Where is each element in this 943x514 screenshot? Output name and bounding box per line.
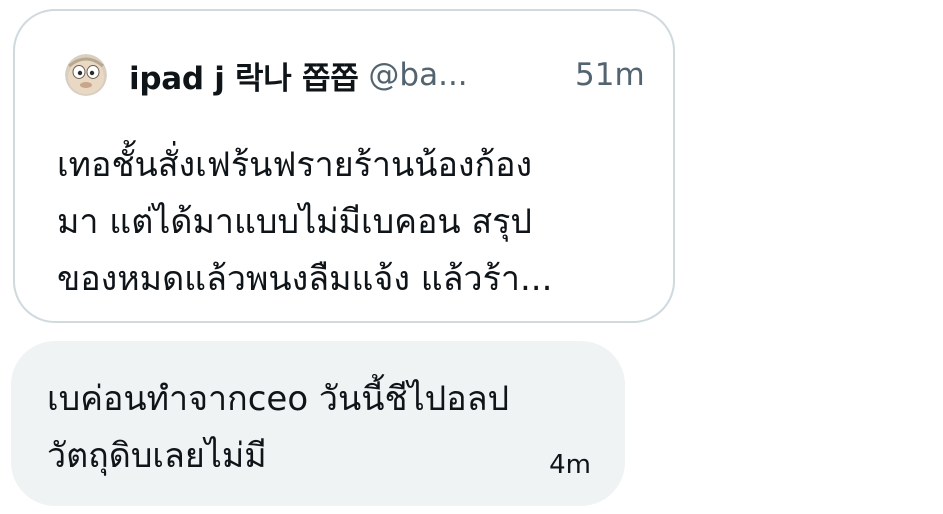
quoted-author-handle[interactable]: @ba... xyxy=(368,57,467,93)
avatar-cartoon-face-icon[interactable] xyxy=(65,54,107,96)
message-bubble[interactable]: เบค่อนทำจากceo วันนี้ชีไปอลป วัตถุดิบเลย… xyxy=(11,341,625,506)
message-timestamp: 4m xyxy=(549,450,591,480)
message-text: เบค่อนทำจากceo วันนี้ชีไปอลป วัตถุดิบเลย… xyxy=(47,371,509,485)
quoted-author-name[interactable]: ipad j 락나 쫍쫍 xyxy=(129,53,359,98)
dm-conversation: ipad j 락나 쫍쫍 @ba... 51m เทอชั้นสั่งเฟร้น… xyxy=(0,0,943,514)
message-text-line: วัตถุดิบเลยไม่มี xyxy=(47,436,267,476)
quoted-tweet-header: ipad j 락나 쫍쫍 @ba... xyxy=(65,53,468,98)
quoted-tweet-text: เทอชั้นสั่งเฟร้นฟรายร้านน้องก้อง มา แต่ไ… xyxy=(57,137,647,308)
quoted-tweet-text-line: ของหมดแล้วพนงลืมแจ้ง แล้วร้า... xyxy=(57,259,553,299)
message-text-line: เบค่อนทำจากceo วันนี้ชีไปอลป xyxy=(47,379,510,419)
quoted-tweet-text-line: เทอชั้นสั่งเฟร้นฟรายร้านน้องก้อง xyxy=(57,145,533,185)
quoted-tweet-card[interactable]: ipad j 락나 쫍쫍 @ba... 51m เทอชั้นสั่งเฟร้น… xyxy=(13,9,675,323)
quoted-tweet-text-line: มา แต่ได้มาแบบไม่มีเบคอน สรุป xyxy=(57,202,533,242)
quoted-tweet-time: 51m xyxy=(575,57,645,93)
